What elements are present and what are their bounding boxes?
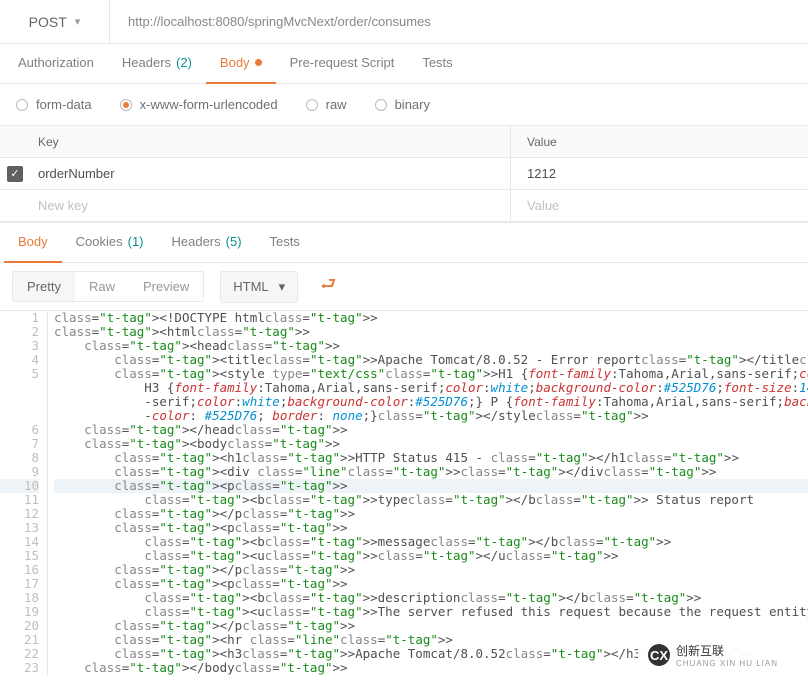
modified-dot-icon [255,59,262,66]
watermark-logo: CX 创新互联 CHUANG XIN HU LIAN [638,634,788,676]
kv-row: ✓ orderNumber 1212 [0,158,808,190]
resp-tab-tests[interactable]: Tests [256,223,314,263]
format-toolbar: Pretty Raw Preview HTML▾ ⮐ [0,263,808,311]
kv-newkey-input[interactable]: New key [30,198,510,213]
resp-tab-body[interactable]: Body [4,223,62,263]
url-input[interactable]: http://localhost:8080/springMvcNext/orde… [110,0,808,43]
kv-editor: Key Value ✓ orderNumber 1212 New key Val… [0,126,808,223]
logo-icon: CX [648,644,670,666]
fmt-pretty[interactable]: Pretty [13,272,75,301]
radio-urlencoded[interactable]: x-www-form-urlencoded [120,97,278,112]
kv-value-header: Value [510,126,808,157]
fmt-preview[interactable]: Preview [129,272,203,301]
tab-tests[interactable]: Tests [408,44,466,84]
radio-binary[interactable]: binary [375,97,430,112]
fmt-raw[interactable]: Raw [75,272,129,301]
tab-headers[interactable]: Headers(2) [108,44,206,84]
resp-tab-headers[interactable]: Headers(5) [158,223,256,263]
chevron-down-icon: ▾ [75,15,81,28]
chevron-down-icon: ▾ [279,279,286,295]
url-text: http://localhost:8080/springMvcNext/orde… [128,14,431,29]
response-body-viewer[interactable]: 1234567891011121314151617181920212223 cl… [0,311,808,675]
resp-tab-cookies[interactable]: Cookies(1) [62,223,158,263]
logo-sub: CHUANG XIN HU LIAN [676,659,778,668]
radio-form-data[interactable]: form-data [16,97,92,112]
row-checkbox[interactable]: ✓ [7,166,23,182]
wrap-toggle-icon[interactable]: ⮐ [314,268,342,306]
http-method-select[interactable]: POST ▾ [0,0,110,43]
logo-text: 创新互联 [676,642,778,659]
tab-prerequest[interactable]: Pre-request Script [276,44,409,84]
radio-raw[interactable]: raw [306,97,347,112]
kv-newvalue-input[interactable]: Value [510,190,808,221]
tab-body[interactable]: Body [206,44,276,84]
http-method-label: POST [29,14,67,30]
lang-select[interactable]: HTML▾ [220,271,298,303]
kv-key-header: Key [30,135,510,149]
kv-key-input[interactable]: orderNumber [30,166,510,181]
body-type-radios: form-data x-www-form-urlencoded raw bina… [0,84,808,126]
request-tabs: Authorization Headers(2) Body Pre-reques… [0,44,808,84]
kv-row-new: New key Value [0,190,808,222]
tab-authorization[interactable]: Authorization [4,44,108,84]
response-tabs: Body Cookies(1) Headers(5) Tests [0,223,808,263]
kv-value-input[interactable]: 1212 [510,158,808,189]
